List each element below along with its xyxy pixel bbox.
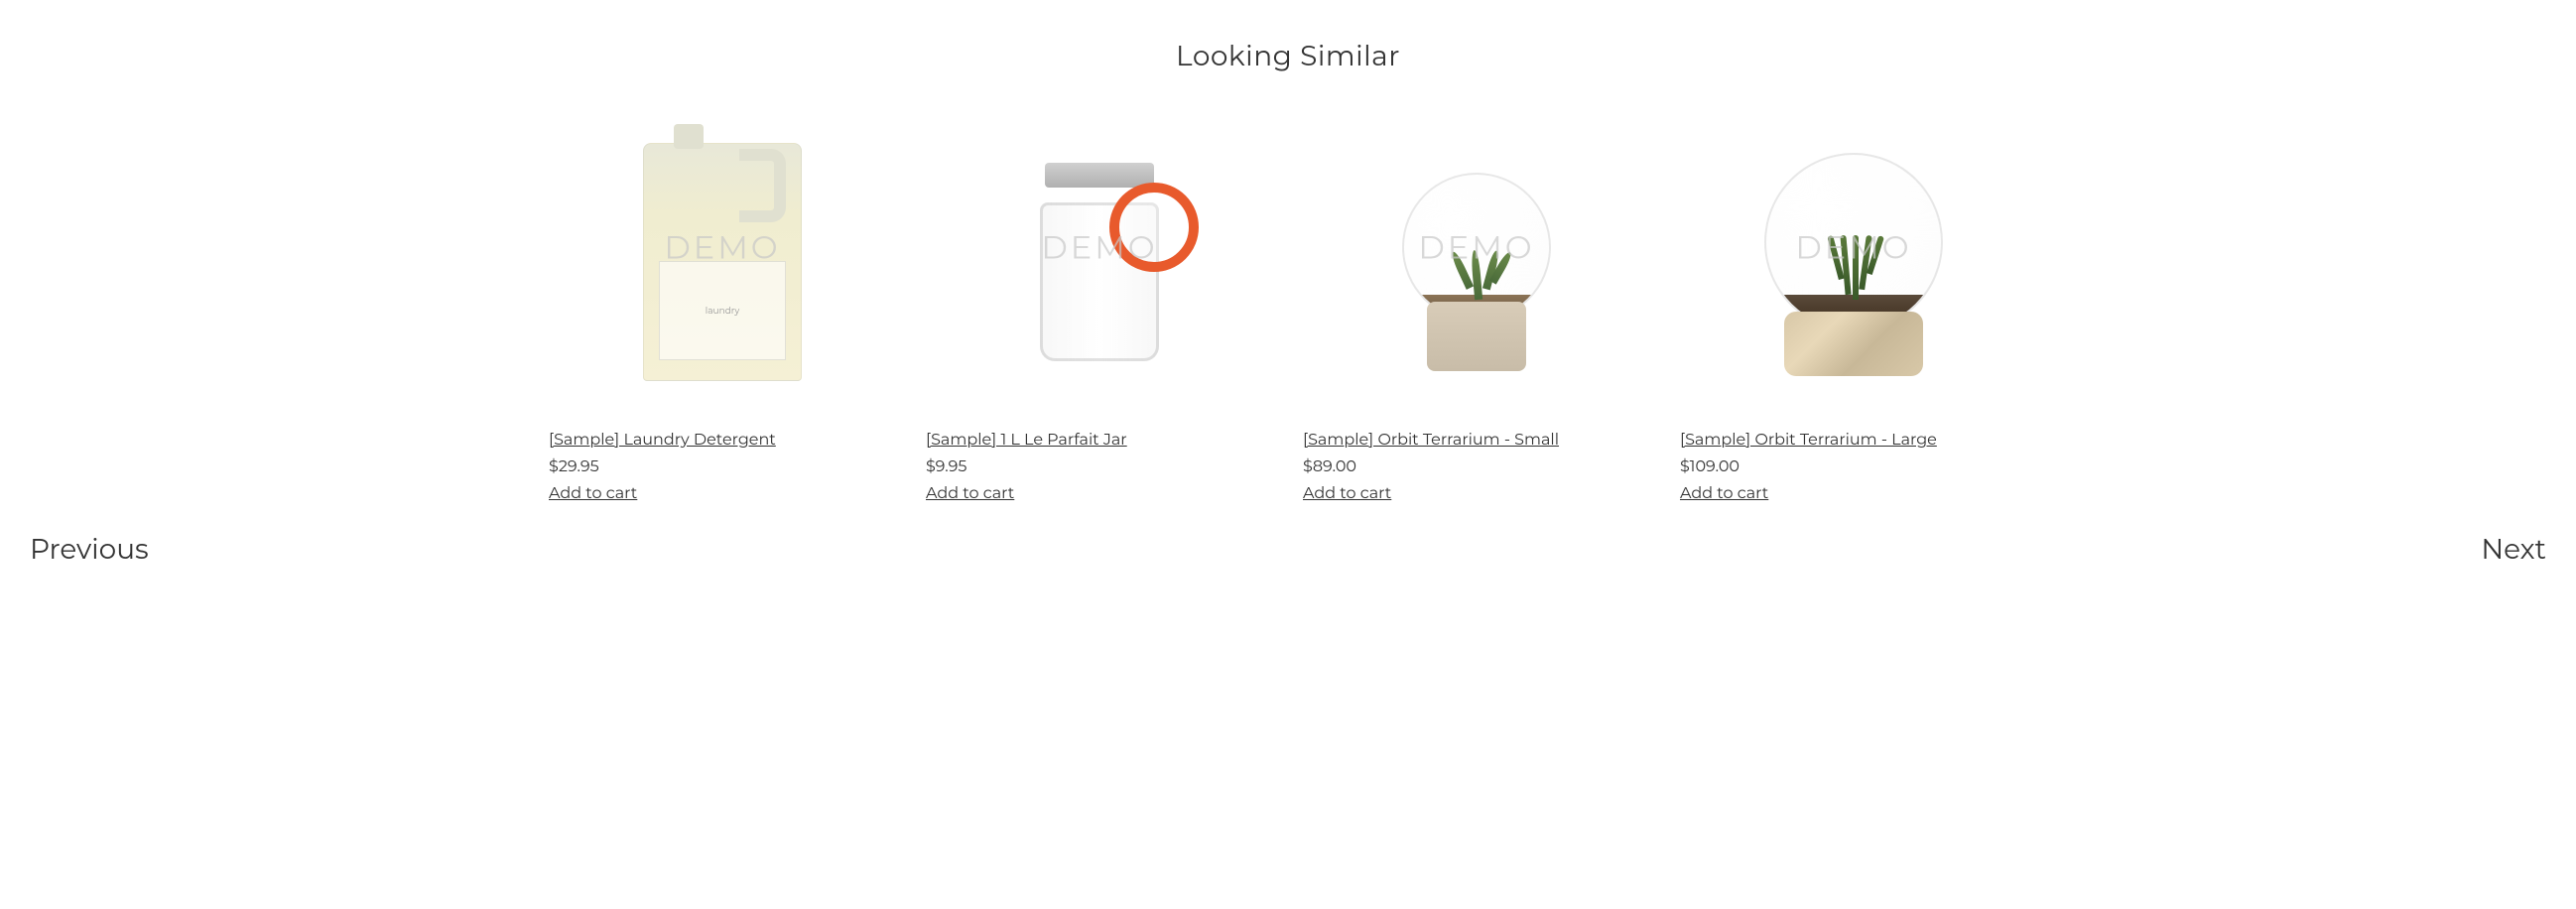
product-price: $29.95 [549,457,896,476]
add-to-cart-button[interactable]: Add to cart [549,484,896,503]
demo-watermark: DEMO [1418,229,1534,268]
demo-watermark: DEMO [1041,229,1157,268]
product-image-link[interactable]: DEMO [1303,123,1650,401]
product-price: $9.95 [926,457,1273,476]
product-card: DEMO [Sample] 1 L Le Parfait Jar $9.95 A… [926,123,1273,503]
demo-watermark: DEMO [664,229,780,268]
add-to-cart-button[interactable]: Add to cart [1680,484,2027,503]
products-grid: laundry DEMO [Sample] Laundry Detergent … [544,123,2032,503]
product-name-link[interactable]: [Sample] Orbit Terrarium - Large [1680,431,2027,450]
product-card: DEMO [Sample] Orbit Terrarium - Large $1… [1680,123,2027,503]
add-to-cart-button[interactable]: Add to cart [1303,484,1650,503]
product-name-link[interactable]: [Sample] Orbit Terrarium - Small [1303,431,1650,450]
next-button[interactable]: Next [2481,533,2546,567]
product-price: $89.00 [1303,457,1650,476]
previous-button[interactable]: Previous [30,533,149,567]
add-to-cart-button[interactable]: Add to cart [926,484,1273,503]
product-image-link[interactable]: DEMO [1680,123,2027,401]
product-price: $109.00 [1680,457,2027,476]
product-card: DEMO [Sample] Orbit Terrarium - Small $8… [1303,123,1650,503]
carousel-navigation: Previous Next [20,533,2556,567]
product-name-link[interactable]: [Sample] Laundry Detergent [549,431,896,450]
product-name-link[interactable]: [Sample] 1 L Le Parfait Jar [926,431,1273,450]
section-title: Looking Similar [20,40,2556,73]
demo-watermark: DEMO [1795,229,1911,268]
product-image-link[interactable]: laundry DEMO [549,123,896,401]
product-card: laundry DEMO [Sample] Laundry Detergent … [549,123,896,503]
product-image-link[interactable]: DEMO [926,123,1273,401]
